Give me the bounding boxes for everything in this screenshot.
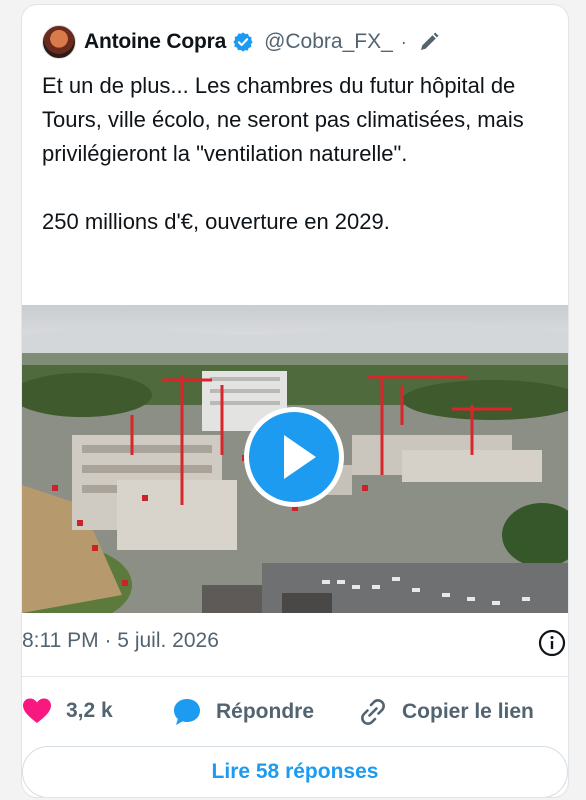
divider (22, 676, 568, 677)
read-replies-button[interactable]: Lire 58 réponses (22, 746, 568, 797)
tweet-header: Antoine Copra @Cobra_FX_ · (42, 25, 554, 59)
reply-bubble-icon (174, 699, 200, 725)
edit-pen-icon[interactable] (417, 30, 441, 54)
tweet-card: Antoine Copra @Cobra_FX_ · Et un de plus… (21, 4, 569, 798)
play-icon[interactable] (242, 405, 346, 509)
author-handle[interactable]: @Cobra_FX_ (264, 30, 393, 54)
video-thumbnail[interactable] (22, 305, 568, 613)
tweet-actions: 3,2 k Répondre Copier le lien (22, 693, 568, 733)
reply-button[interactable]: Répondre (172, 697, 314, 727)
heart-icon (23, 698, 51, 723)
reply-label: Répondre (216, 700, 315, 723)
info-icon[interactable] (538, 629, 566, 657)
like-count: 3,2 k (66, 699, 113, 722)
author-avatar[interactable] (42, 25, 76, 59)
tweet-timestamp[interactable]: 8:11 PM · 5 juil. 2026 (22, 629, 219, 653)
copy-link-label: Copier le lien (402, 700, 534, 723)
separator-dot: · (400, 31, 407, 52)
author-name[interactable]: Antoine Copra (84, 30, 226, 54)
tweet-text: Et un de plus... Les chambres du futur h… (42, 73, 524, 234)
copy-link-button[interactable]: Copier le lien (358, 697, 534, 727)
link-icon (361, 699, 385, 725)
like-button[interactable]: 3,2 k (22, 697, 113, 725)
verified-badge-icon (233, 32, 253, 52)
